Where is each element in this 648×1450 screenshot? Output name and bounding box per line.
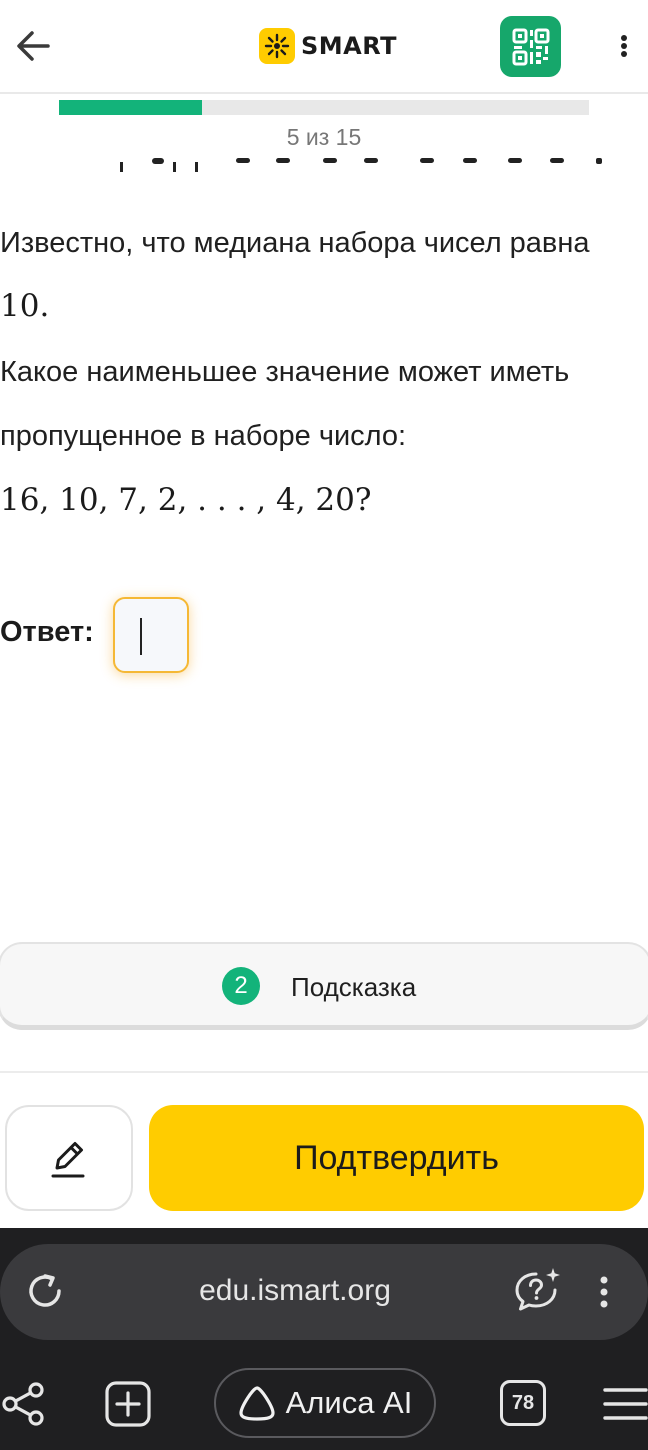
more-vertical-icon — [600, 1276, 608, 1308]
address-bar-menu-button[interactable] — [592, 1272, 616, 1312]
qr-code-icon — [512, 28, 549, 65]
text-caret — [140, 618, 142, 655]
address-bar[interactable]: edu.ismart.org — [0, 1244, 648, 1340]
hint-count-badge: 2 — [222, 967, 260, 1005]
hint-button[interactable]: 2 Подсказка — [0, 942, 648, 1030]
url-text[interactable]: edu.ismart.org — [0, 1274, 590, 1308]
qr-code-button[interactable] — [500, 16, 561, 77]
question-bubble-sparkle-icon — [515, 1268, 560, 1311]
tabs-count-button[interactable]: 78 — [500, 1380, 546, 1426]
hamburger-icon — [603, 1388, 648, 1420]
question-text-line-1: Известно, что медиана набора чисел равна — [0, 227, 590, 259]
question-number-set: 16, 10, 7, 2, . . . , 4, 20? — [0, 482, 372, 518]
brand-logo: SMART — [259, 28, 397, 64]
share-button[interactable] — [0, 1380, 48, 1428]
alisa-label: Алиса AI — [285, 1385, 413, 1420]
plus-square-icon — [105, 1381, 151, 1427]
answer-label: Ответ: — [0, 616, 94, 648]
browser-nav-bar: Алиса AI 78 — [0, 1366, 648, 1446]
question-text-line-3: Какое наименьшее значение может иметь — [0, 356, 570, 388]
top-app-bar: SMART — [0, 0, 648, 94]
brand-name: SMART — [301, 32, 398, 60]
question-text-line-4: пропущенное в наборе число: — [0, 420, 407, 452]
more-menu-button[interactable] — [610, 28, 638, 64]
more-vertical-icon — [621, 35, 627, 57]
answer-input[interactable] — [113, 597, 189, 673]
edit-button[interactable] — [5, 1105, 133, 1211]
progress-label: 5 из 15 — [286, 124, 362, 150]
progress-bar-fill — [59, 100, 203, 115]
share-icon — [2, 1382, 44, 1426]
browser-bottom-bar: edu.ismart.org Алиса AI 78 — [0, 1228, 648, 1450]
divider — [0, 1071, 648, 1073]
confirm-button[interactable]: Подтвердить — [149, 1105, 644, 1211]
new-tab-button[interactable] — [104, 1380, 152, 1428]
sun-icon — [259, 28, 295, 64]
alisa-icon — [239, 1386, 275, 1421]
hint-label: Подсказка — [291, 972, 417, 1002]
app-screen: SMART 5 из 15 Известно, что медиана набо… — [0, 0, 648, 1450]
progress-bar — [59, 100, 589, 115]
clipped-heading-fragment — [120, 158, 602, 172]
alisa-ai-button[interactable]: Алиса AI — [214, 1368, 436, 1438]
back-button[interactable] — [14, 24, 54, 68]
pencil-icon — [51, 1142, 85, 1178]
question-median-value: 10. — [0, 288, 50, 324]
arrow-left-icon — [17, 31, 50, 61]
browser-menu-button[interactable] — [602, 1382, 648, 1426]
ai-assistant-button[interactable] — [512, 1266, 562, 1316]
